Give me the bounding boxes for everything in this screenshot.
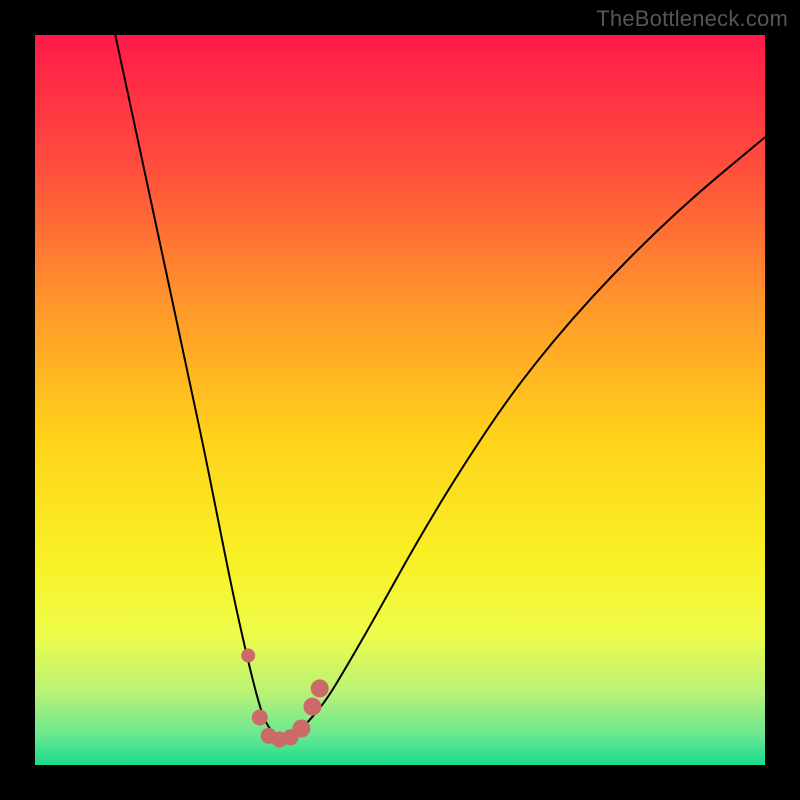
marker-point bbox=[303, 698, 321, 716]
plot-area bbox=[35, 35, 765, 765]
marker-point bbox=[292, 720, 310, 738]
plot-clip bbox=[35, 35, 765, 765]
marker-point bbox=[252, 710, 268, 726]
marker-point bbox=[241, 649, 255, 663]
watermark-text: TheBottleneck.com bbox=[596, 6, 788, 32]
marker-point bbox=[311, 679, 329, 697]
gradient-background bbox=[35, 35, 765, 765]
chart-stage: TheBottleneck.com bbox=[0, 0, 800, 800]
